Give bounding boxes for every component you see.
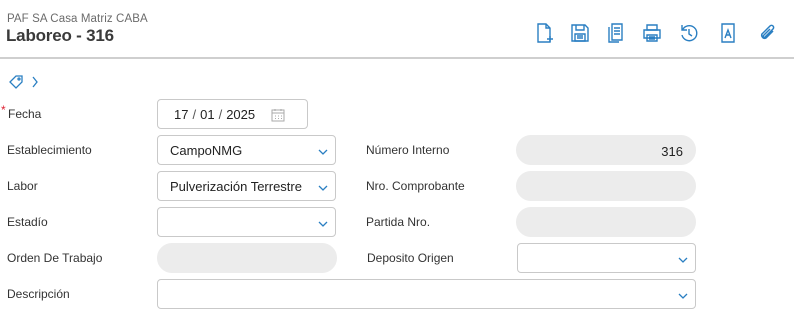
document-text-button[interactable]	[716, 20, 740, 46]
orden-de-trabajo-label: Orden De Trabajo	[7, 251, 103, 265]
deposito-origen-label: Deposito Origen	[367, 251, 454, 265]
labor-select[interactable]: Pulverización Terrestre	[157, 171, 336, 201]
numero-interno-field: 316	[516, 135, 696, 165]
fecha-day: 17	[174, 106, 189, 122]
establecimiento-label: Establecimiento	[7, 143, 92, 157]
print-button[interactable]	[640, 20, 664, 46]
document-text-icon	[721, 23, 735, 43]
date-separator: /	[192, 106, 197, 122]
save-button[interactable]	[568, 20, 592, 46]
labor-label: Labor	[7, 179, 38, 193]
save-icon	[571, 24, 589, 42]
company-name: PAF SA Casa Matriz CABA	[7, 13, 148, 25]
chevron-down-icon	[678, 257, 688, 263]
fecha-date-input[interactable]: 17 / 01 / 2025	[157, 99, 308, 129]
establecimiento-select[interactable]: CampoNMG	[157, 135, 336, 165]
breadcrumb	[8, 73, 40, 91]
history-icon	[681, 25, 698, 42]
new-document-button[interactable]	[532, 20, 556, 46]
numero-interno-value: 316	[661, 144, 683, 159]
fecha-label-text: Fecha	[8, 107, 42, 121]
descripcion-select[interactable]	[157, 279, 696, 309]
partida-nro-field	[516, 207, 696, 237]
partida-nro-label: Partida Nro.	[366, 215, 431, 229]
labor-value: Pulverización Terrestre	[170, 178, 302, 194]
orden-de-trabajo-field	[157, 243, 337, 273]
attachment-button[interactable]	[755, 20, 779, 46]
print-icon	[643, 24, 661, 42]
copy-button[interactable]	[604, 20, 628, 46]
date-separator: /	[218, 106, 223, 122]
deposito-origen-select[interactable]	[517, 243, 696, 273]
nro-comprobante-label: Nro. Comprobante	[366, 179, 465, 193]
chevron-down-icon	[318, 221, 328, 227]
fecha-year: 2025	[226, 106, 256, 122]
history-button[interactable]	[677, 20, 701, 46]
chevron-right-icon[interactable]	[30, 74, 40, 90]
nro-comprobante-field	[516, 171, 696, 201]
attachment-icon	[760, 24, 775, 40]
chevron-down-icon	[318, 185, 328, 191]
fecha-label: * Fecha	[1, 103, 42, 121]
establecimiento-value: CampoNMG	[170, 142, 243, 158]
estadio-label: Estadío	[7, 215, 48, 229]
tag-icon[interactable]	[8, 74, 24, 90]
new-document-icon	[537, 23, 553, 43]
page-title: Laboreo - 316	[6, 26, 114, 45]
copy-icon	[608, 23, 623, 43]
header-divider	[0, 57, 794, 59]
calendar-icon[interactable]	[271, 108, 285, 122]
required-mark: *	[1, 103, 6, 117]
chevron-down-icon	[318, 149, 328, 155]
fecha-month: 01	[200, 106, 215, 122]
numero-interno-label: Número Interno	[366, 143, 450, 157]
estadio-select[interactable]	[157, 207, 336, 237]
descripcion-label: Descripción	[7, 287, 70, 301]
chevron-down-icon	[678, 293, 688, 299]
